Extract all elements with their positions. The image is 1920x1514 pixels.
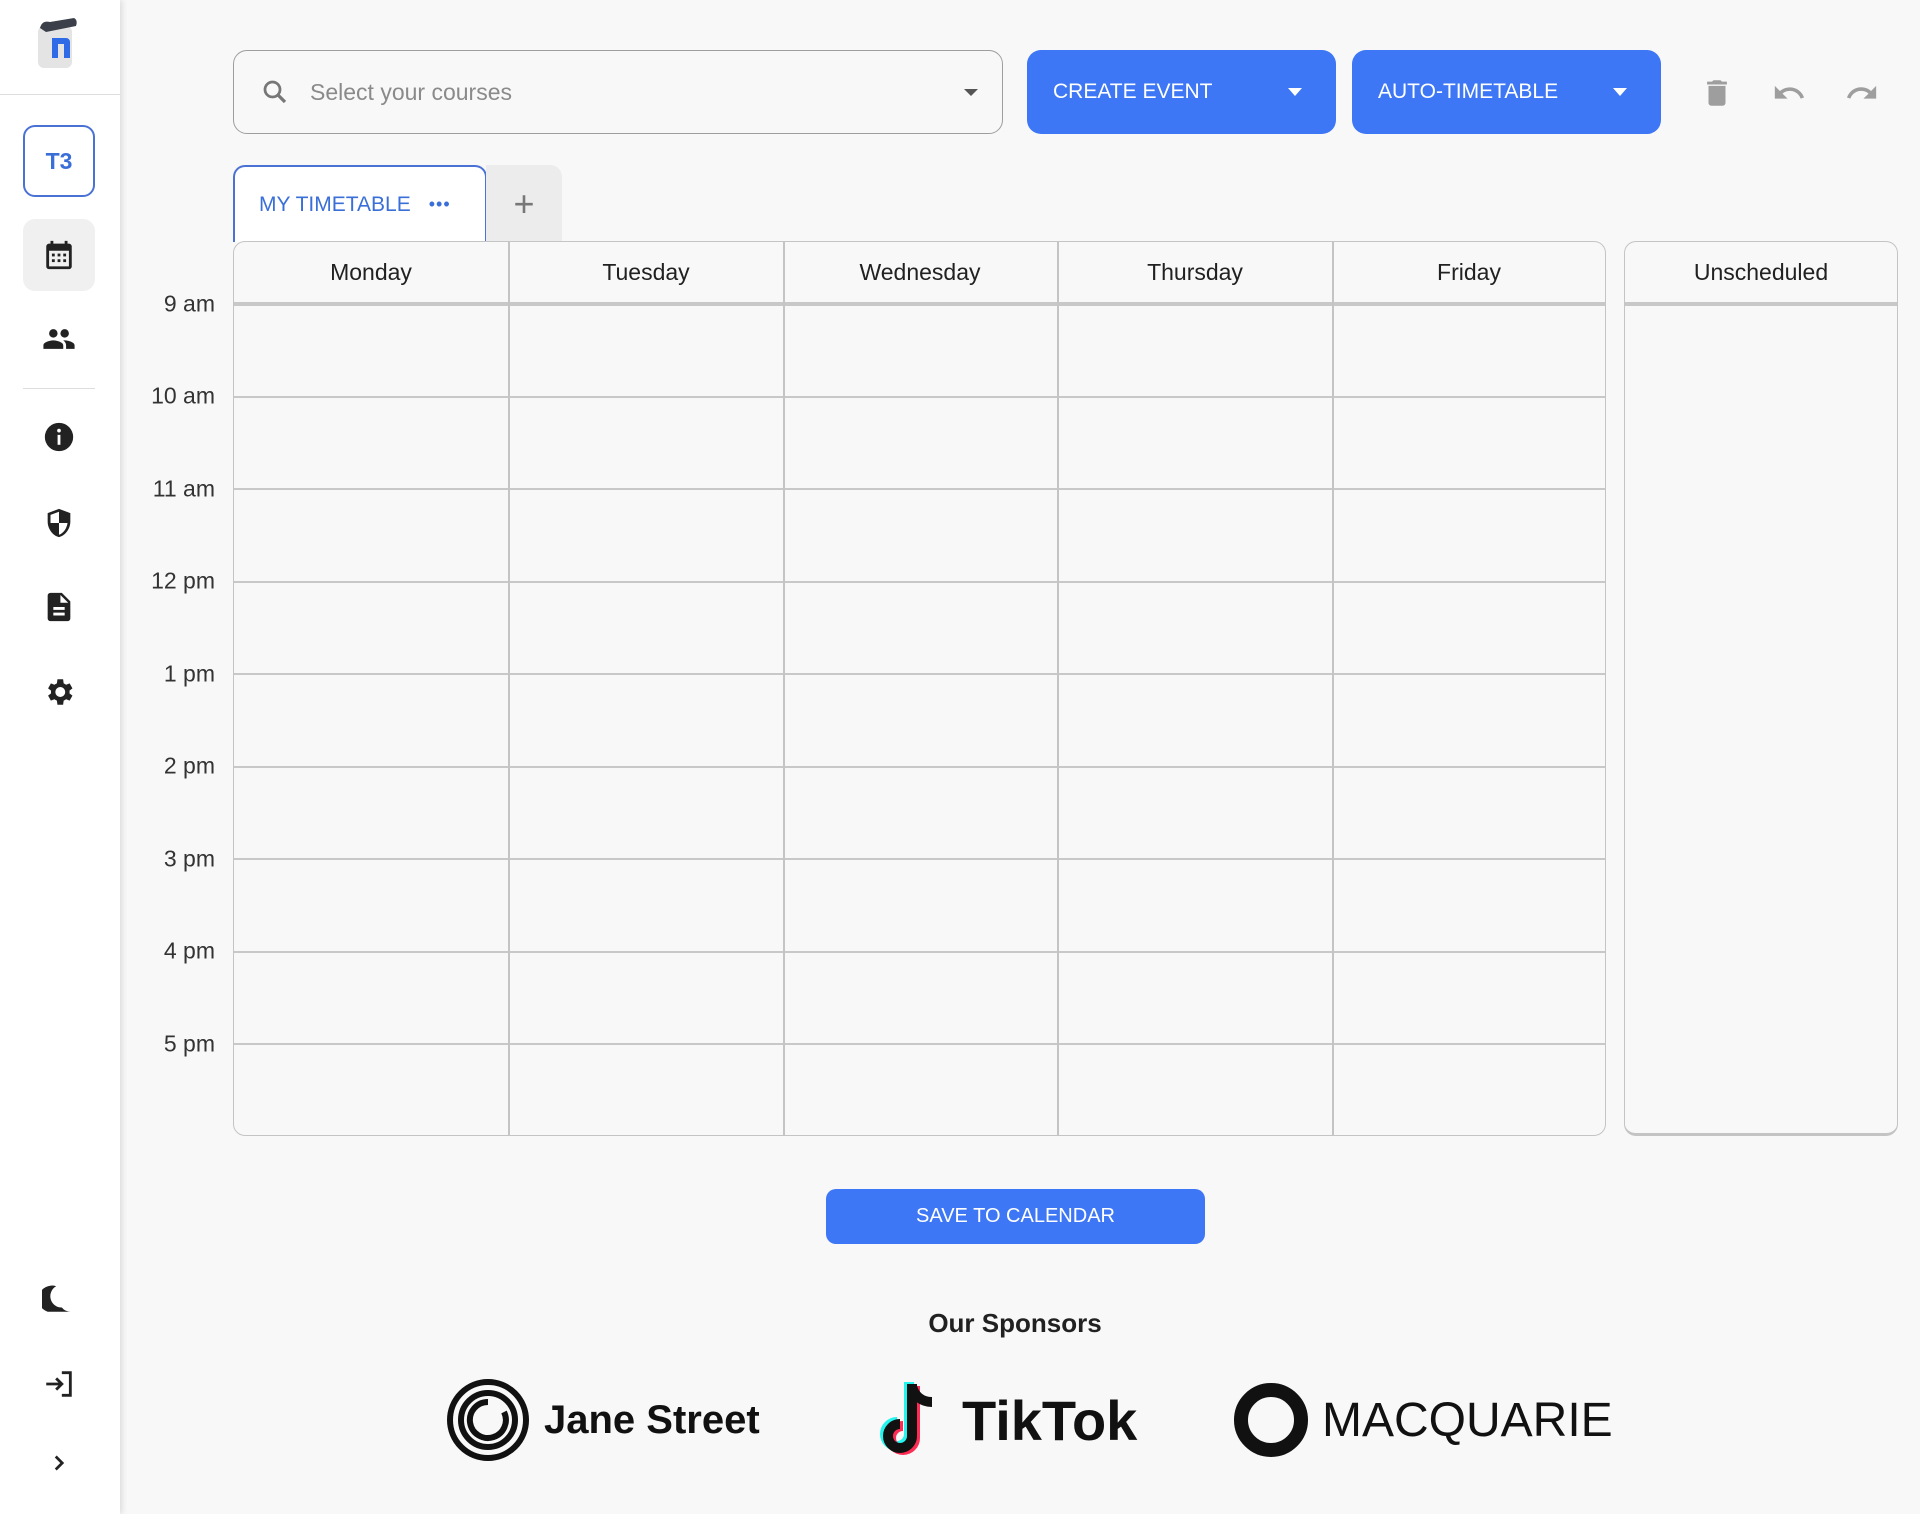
undo-icon (1774, 85, 1805, 99)
time-label: 1 pm (163, 660, 215, 687)
add-timetable-button[interactable]: + (486, 165, 562, 242)
shield-icon (47, 508, 71, 538)
login-icon (46, 1371, 72, 1397)
create-event-button[interactable]: CREATE EVENT (1027, 50, 1336, 134)
privacy-nav-button[interactable] (23, 487, 95, 559)
timetable-grid: Monday Tuesday Wednesday Thursday Friday (233, 241, 1606, 1136)
unscheduled-header: Unscheduled (1693, 259, 1829, 285)
save-to-calendar-button[interactable]: SAVE TO CALENDAR (826, 1189, 1205, 1244)
tiktok-logo (880, 1382, 933, 1455)
chevron-right-icon (54, 1455, 65, 1471)
sponsor-name: Jane Street (544, 1397, 760, 1442)
dark-mode-toggle[interactable] (23, 1263, 95, 1335)
redo-button[interactable] (1845, 76, 1879, 115)
sidebar: T3 (0, 0, 120, 1514)
day-header-monday: Monday (330, 259, 412, 285)
profile-button[interactable]: T3 (23, 125, 95, 197)
column-divider (1332, 242, 1334, 1135)
hour-line (234, 1043, 1605, 1045)
friends-nav-button[interactable] (23, 303, 95, 375)
info-icon (44, 422, 74, 452)
auto-timetable-label: AUTO-TIMETABLE (1378, 80, 1559, 103)
tab-label: MY TIMETABLE (259, 192, 411, 216)
calendar-nav-button[interactable] (23, 219, 95, 291)
sponsors-title: Our Sponsors (928, 1308, 1102, 1338)
expand-sidebar-button[interactable] (23, 1427, 95, 1499)
divider (0, 94, 120, 95)
auto-timetable-button[interactable]: AUTO-TIMETABLE (1352, 50, 1661, 134)
trash-icon (1707, 80, 1727, 106)
people-icon (43, 329, 75, 349)
hour-line (234, 858, 1605, 860)
hour-line (234, 488, 1605, 490)
create-event-label: CREATE EVENT (1053, 80, 1213, 103)
column-divider (508, 242, 510, 1135)
gear-icon (48, 679, 73, 705)
app-logo[interactable] (36, 14, 80, 77)
day-header-wednesday: Wednesday (859, 259, 981, 285)
course-search-input[interactable]: Select your courses (233, 50, 1003, 134)
jane-street-logo (447, 1379, 529, 1461)
column-divider (1057, 242, 1059, 1135)
time-label: 2 pm (163, 752, 215, 779)
column-divider (783, 242, 785, 1135)
time-label: 12 pm (151, 567, 215, 594)
tab-my-timetable[interactable]: MY TIMETABLE ••• (233, 165, 487, 242)
profile-label: T3 (45, 147, 73, 174)
sponsor-tiktok[interactable]: TikTok (872, 1378, 1137, 1462)
macquarie-logo (1234, 1383, 1308, 1457)
time-label: 5 pm (163, 1030, 215, 1057)
day-header-friday: Friday (1437, 259, 1501, 285)
redo-icon (1846, 85, 1877, 99)
search-placeholder: Select your courses (310, 78, 512, 105)
time-label: 9 am (163, 290, 215, 317)
time-label: 10 am (151, 382, 215, 409)
info-nav-button[interactable] (23, 401, 95, 473)
chevron-down-icon[interactable] (964, 89, 978, 96)
sponsor-name: TikTok (962, 1388, 1138, 1452)
login-button[interactable] (23, 1348, 95, 1420)
search-icon (263, 80, 287, 104)
terms-nav-button[interactable] (23, 571, 95, 643)
time-label: 11 am (152, 475, 215, 502)
day-header-tuesday: Tuesday (602, 259, 690, 285)
chevron-down-icon (1288, 88, 1302, 96)
undo-button[interactable] (1772, 76, 1806, 115)
unscheduled-panel: Unscheduled (1624, 241, 1898, 1136)
moon-icon (42, 1285, 71, 1312)
sponsor-macquarie[interactable]: MACQUARIE (1234, 1378, 1613, 1462)
sponsor-name: MACQUARIE (1322, 1393, 1613, 1447)
time-label: 3 pm (163, 845, 215, 872)
plus-icon: + (513, 182, 535, 224)
save-label: SAVE TO CALENDAR (916, 1205, 1115, 1227)
hour-line (234, 396, 1605, 398)
divider (23, 388, 95, 389)
hour-line (234, 673, 1605, 675)
hour-line (234, 951, 1605, 953)
delete-button[interactable] (1700, 76, 1734, 115)
sponsor-jane-street[interactable]: Jane Street (446, 1378, 760, 1462)
day-header-thursday: Thursday (1147, 259, 1243, 285)
chevron-down-icon (1613, 88, 1627, 96)
calendar-icon (46, 240, 72, 270)
more-options-icon[interactable]: ••• (429, 194, 451, 215)
hour-line (234, 581, 1605, 583)
document-icon (47, 592, 71, 622)
settings-nav-button[interactable] (23, 656, 95, 728)
hour-line (234, 766, 1605, 768)
time-label: 4 pm (163, 937, 215, 964)
